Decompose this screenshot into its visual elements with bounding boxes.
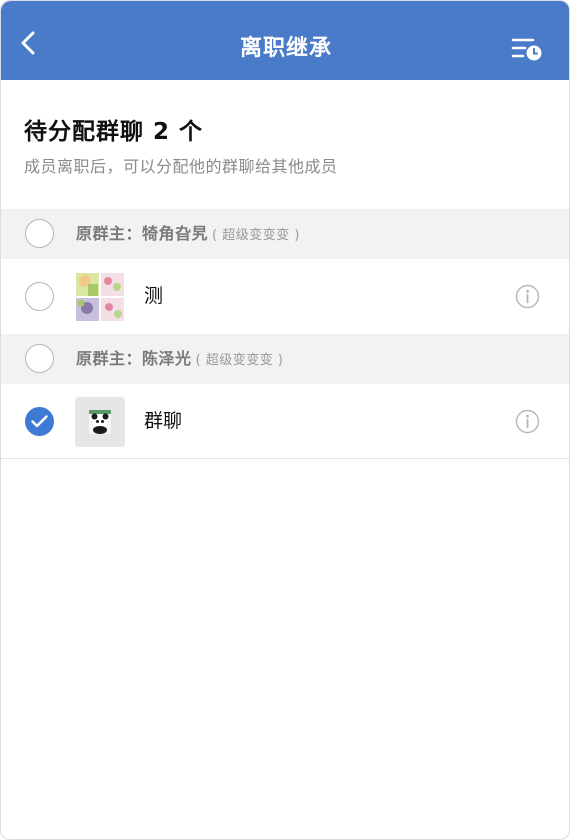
grid-collage-avatar <box>75 272 125 322</box>
pending-groups-title: 待分配群聊 2 个 <box>24 119 204 145</box>
group-row[interactable]: 群聊 <box>1 384 569 459</box>
owner-radio[interactable] <box>25 219 54 248</box>
owner-row[interactable]: 原群主：陈泽光( 超级变变变 ) <box>1 334 569 384</box>
list-clock-icon[interactable] <box>509 35 543 65</box>
owner-radio[interactable] <box>25 344 54 373</box>
checkmark-icon <box>31 415 48 428</box>
owner-prefix: 原群主： <box>76 349 143 368</box>
group-name: 群聊 <box>144 410 183 432</box>
pending-groups-subtitle: 成员离职后，可以分配他的群聊给其他成员 <box>24 157 338 176</box>
info-icon[interactable] <box>515 284 540 309</box>
owner-name: 犄角旮旯 <box>142 224 209 243</box>
owner-dept: ( 超级变变变 ) <box>212 228 300 243</box>
page-title: 离职继承 <box>239 36 332 61</box>
owner-label: 原群主：陈泽光( 超级变变变 ) <box>76 334 283 384</box>
owner-name: 陈泽光 <box>142 349 192 368</box>
info-icon[interactable] <box>515 409 540 434</box>
group-radio-checked[interactable] <box>25 407 54 436</box>
group-name: 测 <box>144 285 164 307</box>
owner-row[interactable]: 原群主：犄角旮旯( 超级变变变 ) <box>1 209 569 259</box>
owner-label: 原群主：犄角旮旯( 超级变变变 ) <box>76 209 300 259</box>
owner-dept: ( 超级变变变 ) <box>195 353 284 368</box>
group-radio[interactable] <box>25 282 54 311</box>
nav-bar: 离职继承 <box>1 1 569 80</box>
owner-prefix: 原群主： <box>76 224 143 243</box>
app-screen: 离职继承 待分配群聊 2 个 成员离职后，可以分配他的群聊给其他成员 原群主：犄… <box>0 0 570 840</box>
group-row[interactable]: 测 <box>1 259 569 334</box>
panda-avatar <box>75 397 125 447</box>
